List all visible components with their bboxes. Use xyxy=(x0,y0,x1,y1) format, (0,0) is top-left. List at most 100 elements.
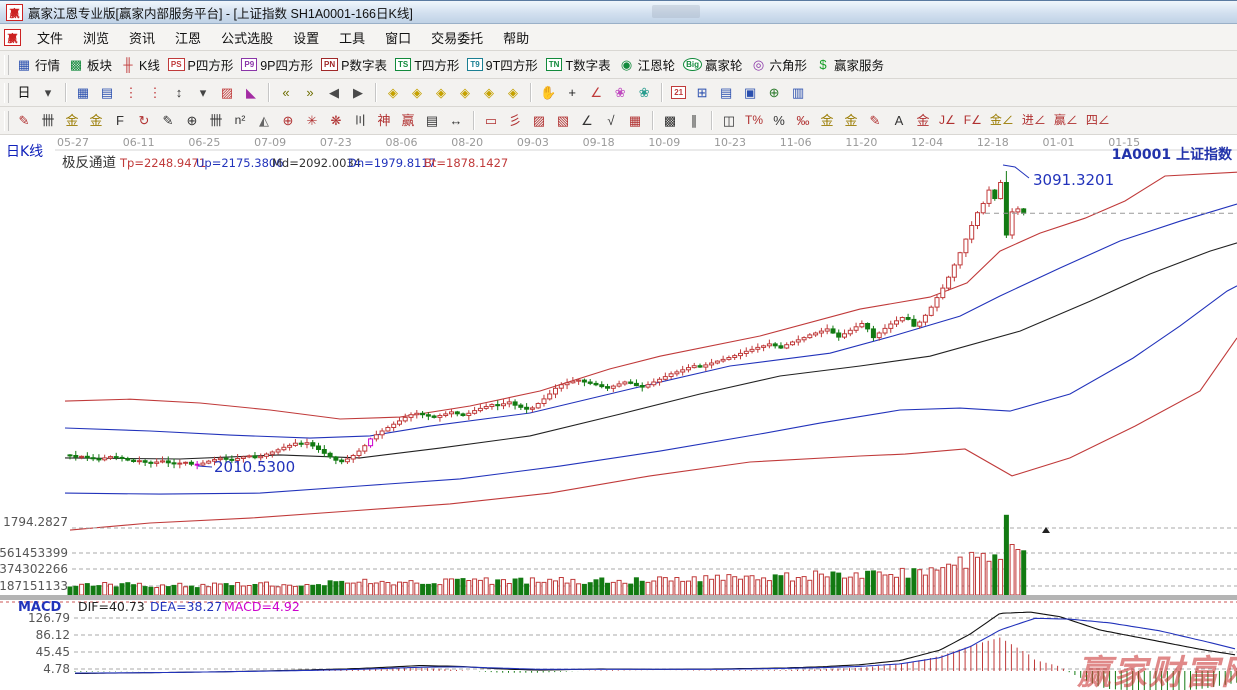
percent-tool[interactable]: % xyxy=(767,110,791,131)
kline-button[interactable]: ╫K线 xyxy=(116,53,164,76)
gold-gate1-tool[interactable]: 金 xyxy=(60,110,84,131)
bars9-button[interactable]: ⋮ xyxy=(143,82,167,103)
menu-trade[interactable]: 交易委托 xyxy=(421,28,493,49)
f-angle-tool[interactable]: F∠ xyxy=(960,110,986,131)
calendar-button[interactable]: 21 xyxy=(667,84,690,101)
candlestick-series[interactable] xyxy=(68,171,1026,469)
go-last-button[interactable]: » xyxy=(298,82,322,103)
n-square-tool[interactable]: n² xyxy=(228,110,252,131)
gann-target-tool[interactable]: ⊕ xyxy=(276,110,300,131)
column-tool[interactable]: ◫ xyxy=(717,110,741,131)
print-button[interactable]: ▥ xyxy=(786,82,810,103)
pillar-tool[interactable]: 〣 xyxy=(348,110,372,131)
permille-tool[interactable]: ‰ xyxy=(791,110,815,131)
winner-wheel-button[interactable]: Big赢家轮 xyxy=(679,53,746,76)
p9-square-button[interactable]: P99P四方形 xyxy=(237,53,317,76)
save-button[interactable]: ▣ xyxy=(738,82,762,103)
brush-tool[interactable]: ✎ xyxy=(863,110,887,131)
span-tool[interactable]: ↔ xyxy=(444,110,468,131)
gold-angle-tool[interactable]: 金∠ xyxy=(986,110,1018,131)
mirror-tool[interactable]: ◭ xyxy=(252,110,276,131)
chart-canvas[interactable]: 05-2706-1106-2507-0907-2308-0608-2009-03… xyxy=(0,135,1237,690)
menu-formula-stockpick[interactable]: 公式选股 xyxy=(211,28,283,49)
zoom-in-button[interactable]: ◈ xyxy=(477,82,501,103)
angle-button[interactable]: ∠ xyxy=(584,82,608,103)
ying-tool[interactable]: 赢 xyxy=(396,110,420,131)
menu-help[interactable]: 帮助 xyxy=(493,28,539,49)
ruler-tool[interactable]: ▤ xyxy=(420,110,444,131)
hexagon-button[interactable]: ◎六角形 xyxy=(747,53,812,76)
gold-gate2-tool[interactable]: 金 xyxy=(84,110,108,131)
si-angle-tool[interactable]: 四∠ xyxy=(1082,110,1114,131)
volume-pane[interactable]: 561453399374302266187151133 xyxy=(0,515,1237,595)
pan-left-button[interactable]: ◈ xyxy=(381,82,405,103)
toolbar-handle[interactable] xyxy=(4,111,9,131)
shen-tool[interactable]: 神 xyxy=(372,110,396,131)
fan-tool[interactable]: 彡 xyxy=(503,110,527,131)
bars3-button[interactable]: ⋮ xyxy=(119,82,143,103)
zoom-out-button[interactable]: ◈ xyxy=(501,82,525,103)
spiral-tool[interactable]: ↻ xyxy=(132,110,156,131)
gold-line-tool[interactable]: 金 xyxy=(839,110,863,131)
sectors-button[interactable]: ▩板块 xyxy=(64,53,116,76)
starburst-tool[interactable]: ✳ xyxy=(300,110,324,131)
toolbar-handle[interactable] xyxy=(4,55,9,75)
gold-red-tool[interactable]: 金 xyxy=(911,110,935,131)
go-next-button[interactable]: ▶ xyxy=(346,82,370,103)
frame-tool[interactable]: ▩ xyxy=(658,110,682,131)
title-bar[interactable]: 赢 赢家江恩专业版[赢家内部服务平台] - [上证指数 SH1A0001-166… xyxy=(0,1,1237,24)
gann-circle-tool[interactable]: ⊕ xyxy=(180,110,204,131)
p-square-button[interactable]: PSP四方形 xyxy=(164,53,238,76)
knife-tool[interactable]: ✎ xyxy=(12,110,36,131)
a-gann-tool[interactable]: A xyxy=(887,110,911,131)
hatch1-tool[interactable]: ▨ xyxy=(527,110,551,131)
spectrum-button[interactable]: ◣ xyxy=(239,82,263,103)
zone-select-button[interactable]: ▦ xyxy=(71,82,95,103)
ying-angle-tool[interactable]: 赢∠ xyxy=(1050,110,1082,131)
toolbar-handle[interactable] xyxy=(4,83,9,103)
period-day-button[interactable]: 日 xyxy=(12,82,36,103)
slash-tool[interactable]: ∥ xyxy=(682,110,706,131)
grid-tool[interactable]: ▦ xyxy=(623,110,647,131)
j-angle-tool[interactable]: J∠ xyxy=(935,110,960,131)
quotes-button[interactable]: ▦行情 xyxy=(12,53,64,76)
macd-pane[interactable]: MACDDIF=40.73DEA=38.27MACD=4.92126.7986.… xyxy=(18,599,1237,690)
check-tool[interactable]: √ xyxy=(599,110,623,131)
t-number-button[interactable]: TNT数字表 xyxy=(542,53,615,76)
calculator-button[interactable]: ⊞ xyxy=(690,82,714,103)
expand-h-button[interactable]: ◈ xyxy=(429,82,453,103)
flower-pink-button[interactable]: ❀ xyxy=(608,82,632,103)
go-first-button[interactable]: « xyxy=(274,82,298,103)
menu-browse[interactable]: 浏览 xyxy=(73,28,119,49)
gold-circle-tool[interactable]: 金 xyxy=(815,110,839,131)
box-tool[interactable]: ▭ xyxy=(479,110,503,131)
pencil2-tool[interactable]: ✎ xyxy=(156,110,180,131)
export-button[interactable]: ⊕ xyxy=(762,82,786,103)
menu-gann[interactable]: 江恩 xyxy=(165,28,211,49)
t-square-button[interactable]: TST四方形 xyxy=(391,53,463,76)
hand-drag-button[interactable]: ✋ xyxy=(536,82,560,103)
angle-tool[interactable]: ∠ xyxy=(575,110,599,131)
t9-square-button[interactable]: T99T四方形 xyxy=(463,53,541,76)
p-number-button[interactable]: PNP数字表 xyxy=(317,53,391,76)
winner-service-button[interactable]: $赢家服务 xyxy=(811,53,888,76)
kline-chart[interactable]: 05-2706-1106-2507-0907-2308-0608-2009-03… xyxy=(0,135,1237,690)
menu-settings[interactable]: 设置 xyxy=(283,28,329,49)
pan-right-button[interactable]: ◈ xyxy=(405,82,429,103)
period-dropdown[interactable]: ▾ xyxy=(36,82,60,103)
hatch2-tool[interactable]: ▧ xyxy=(551,110,575,131)
pin-button[interactable]: ↕ xyxy=(167,82,191,103)
menu-file[interactable]: 文件 xyxy=(27,28,73,49)
gann-wheel-button[interactable]: ◉江恩轮 xyxy=(615,53,680,76)
flower-teal-button[interactable]: ❀ xyxy=(632,82,656,103)
pattern-button[interactable]: ▨ xyxy=(215,82,239,103)
jin-angle-tool[interactable]: 进∠ xyxy=(1018,110,1050,131)
comb2-tool[interactable]: 卌 xyxy=(204,110,228,131)
menu-window[interactable]: 窗口 xyxy=(375,28,421,49)
go-prev-button[interactable]: ◀ xyxy=(322,82,346,103)
info-f10-button[interactable]: ▤ xyxy=(95,82,119,103)
web-tool[interactable]: ❋ xyxy=(324,110,348,131)
shrink-h-button[interactable]: ◈ xyxy=(453,82,477,103)
pin-dropdown[interactable]: ▾ xyxy=(191,82,215,103)
menu-news[interactable]: 资讯 xyxy=(119,28,165,49)
